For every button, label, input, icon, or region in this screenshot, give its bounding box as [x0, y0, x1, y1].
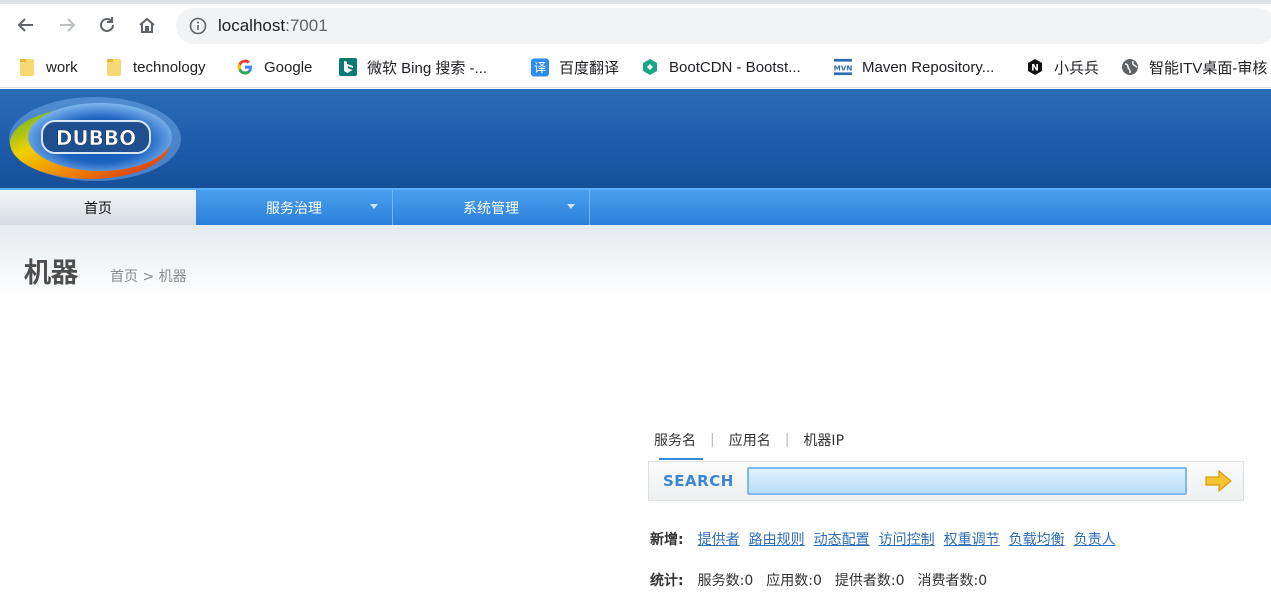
add-load-balance-link[interactable]: 负载均衡	[1009, 532, 1065, 548]
home-icon	[139, 17, 155, 33]
svg-text:N: N	[1031, 64, 1039, 74]
bookmark-label: Maven Repository...	[862, 58, 995, 76]
bookmark-technology[interactable]: technology	[105, 56, 206, 78]
svg-text:MVN: MVN	[834, 64, 852, 73]
add-owner-link[interactable]: 负责人	[1074, 532, 1116, 548]
folder-icon	[18, 58, 36, 76]
add-provider-link[interactable]: 提供者	[698, 532, 740, 548]
search-input[interactable]	[747, 467, 1187, 495]
bookmark-itv[interactable]: 智能ITV桌面-审核	[1121, 56, 1267, 78]
folder-icon	[105, 58, 123, 76]
bookmark-xiaobingbing[interactable]: N 小兵兵	[1026, 56, 1099, 78]
nav-system-management-label: 系统管理	[463, 201, 519, 217]
forward-button[interactable]	[53, 11, 81, 39]
add-dynamic-config-link[interactable]: 动态配置	[814, 532, 870, 548]
stats-label: 统计:	[650, 573, 684, 589]
url-port: :7001	[285, 16, 328, 35]
nav-system-management[interactable]: 系统管理	[393, 190, 589, 225]
home-button[interactable]	[133, 11, 161, 39]
address-bar[interactable]: localhost:7001	[176, 8, 1271, 44]
maven-icon: MVN	[834, 58, 852, 76]
bookmark-maven[interactable]: MVN Maven Repository...	[834, 56, 994, 78]
n-hexagon-icon: N	[1026, 58, 1044, 76]
browser-toolbar: localhost:7001	[0, 4, 1271, 46]
url-host: localhost	[218, 16, 286, 35]
stat-application-count: 应用数:0	[766, 573, 822, 589]
caret-down-icon	[567, 204, 575, 209]
stat-consumer-count: 消费者数:0	[917, 573, 988, 589]
svg-text:译: 译	[534, 61, 546, 75]
stat-provider-count: 提供者数:0	[834, 573, 905, 589]
bookmark-label: 百度翻译	[559, 59, 620, 77]
url-text[interactable]: localhost:7001	[218, 16, 328, 36]
stat-service-count: 服务数:0	[697, 573, 754, 589]
google-icon	[236, 58, 254, 76]
back-button[interactable]	[12, 11, 40, 39]
page-title-bar: 机器 首页 > 机器	[0, 225, 1271, 300]
page-title: 机器	[24, 258, 78, 289]
bing-icon	[339, 58, 357, 76]
bookmark-label: work	[46, 58, 78, 76]
globe-icon	[1121, 58, 1139, 76]
bookmark-label: 智能ITV桌面-审核	[1149, 59, 1268, 77]
reload-button[interactable]	[93, 11, 121, 39]
bookmarks-bar: work technology Google 微软 Bing 搜索 -... 译…	[0, 46, 1271, 88]
bookmark-label: BootCDN - Bootst...	[669, 58, 801, 76]
nav-home[interactable]: 首页	[0, 190, 196, 225]
bookmark-bootcdn[interactable]: BootCDN - Bootst...	[641, 56, 801, 78]
logo-text: DUBBO	[56, 126, 136, 150]
arrow-right-icon	[60, 18, 76, 32]
add-route-link[interactable]: 路由规则	[749, 532, 805, 548]
stats-row: 统计: 服务数:0 应用数:0 提供者数:0 消费者数:0	[650, 570, 1000, 590]
add-label: 新增:	[650, 532, 684, 548]
bookmark-label: 微软 Bing 搜索 -...	[367, 59, 488, 77]
search-tabs: 服务名 | 应用名 | 机器IP	[654, 430, 844, 460]
search-label: SEARCH	[663, 472, 734, 490]
reload-icon	[100, 17, 114, 32]
bookmark-work[interactable]: work	[18, 56, 78, 78]
tab-application-name[interactable]: 应用名	[729, 430, 771, 450]
dubbo-logo[interactable]: DUBBO	[4, 95, 182, 183]
breadcrumb: 首页 > 机器	[110, 269, 187, 285]
add-access-control-link[interactable]: 访问控制	[879, 532, 935, 548]
nav-home-label: 首页	[84, 201, 112, 217]
nav-service-governance[interactable]: 服务治理	[196, 190, 392, 225]
nav-divider	[589, 190, 590, 225]
info-icon[interactable]	[188, 16, 208, 36]
bookmark-label: 小兵兵	[1054, 59, 1100, 77]
bookmark-bing[interactable]: 微软 Bing 搜索 -...	[339, 56, 487, 78]
add-weight-link[interactable]: 权重调节	[944, 532, 1000, 548]
nav-service-governance-label: 服务治理	[266, 201, 322, 217]
tab-machine-ip[interactable]: 机器IP	[803, 430, 844, 450]
search-submit-button[interactable]	[1204, 468, 1234, 494]
arrow-left-icon	[17, 18, 33, 32]
bookmark-google[interactable]: Google	[236, 56, 312, 78]
bookmark-label: technology	[133, 58, 206, 76]
bookmark-baidu-translate[interactable]: 译 百度翻译	[531, 56, 619, 78]
main-nav: 首页 服务治理 系统管理	[0, 188, 1271, 225]
tab-separator: |	[784, 432, 790, 448]
search-box: SEARCH	[648, 461, 1244, 501]
caret-down-icon	[370, 204, 378, 209]
tab-service-name[interactable]: 服务名	[654, 430, 703, 460]
add-links-row: 新增: 提供者 路由规则 动态配置 访问控制 权重调节 负载均衡 负责人	[650, 529, 1125, 549]
app-header: DUBBO	[0, 89, 1271, 188]
tab-separator: |	[710, 432, 715, 448]
bookmark-label: Google	[264, 58, 313, 76]
baidu-translate-icon: 译	[531, 58, 549, 76]
bootcdn-icon	[641, 58, 659, 76]
